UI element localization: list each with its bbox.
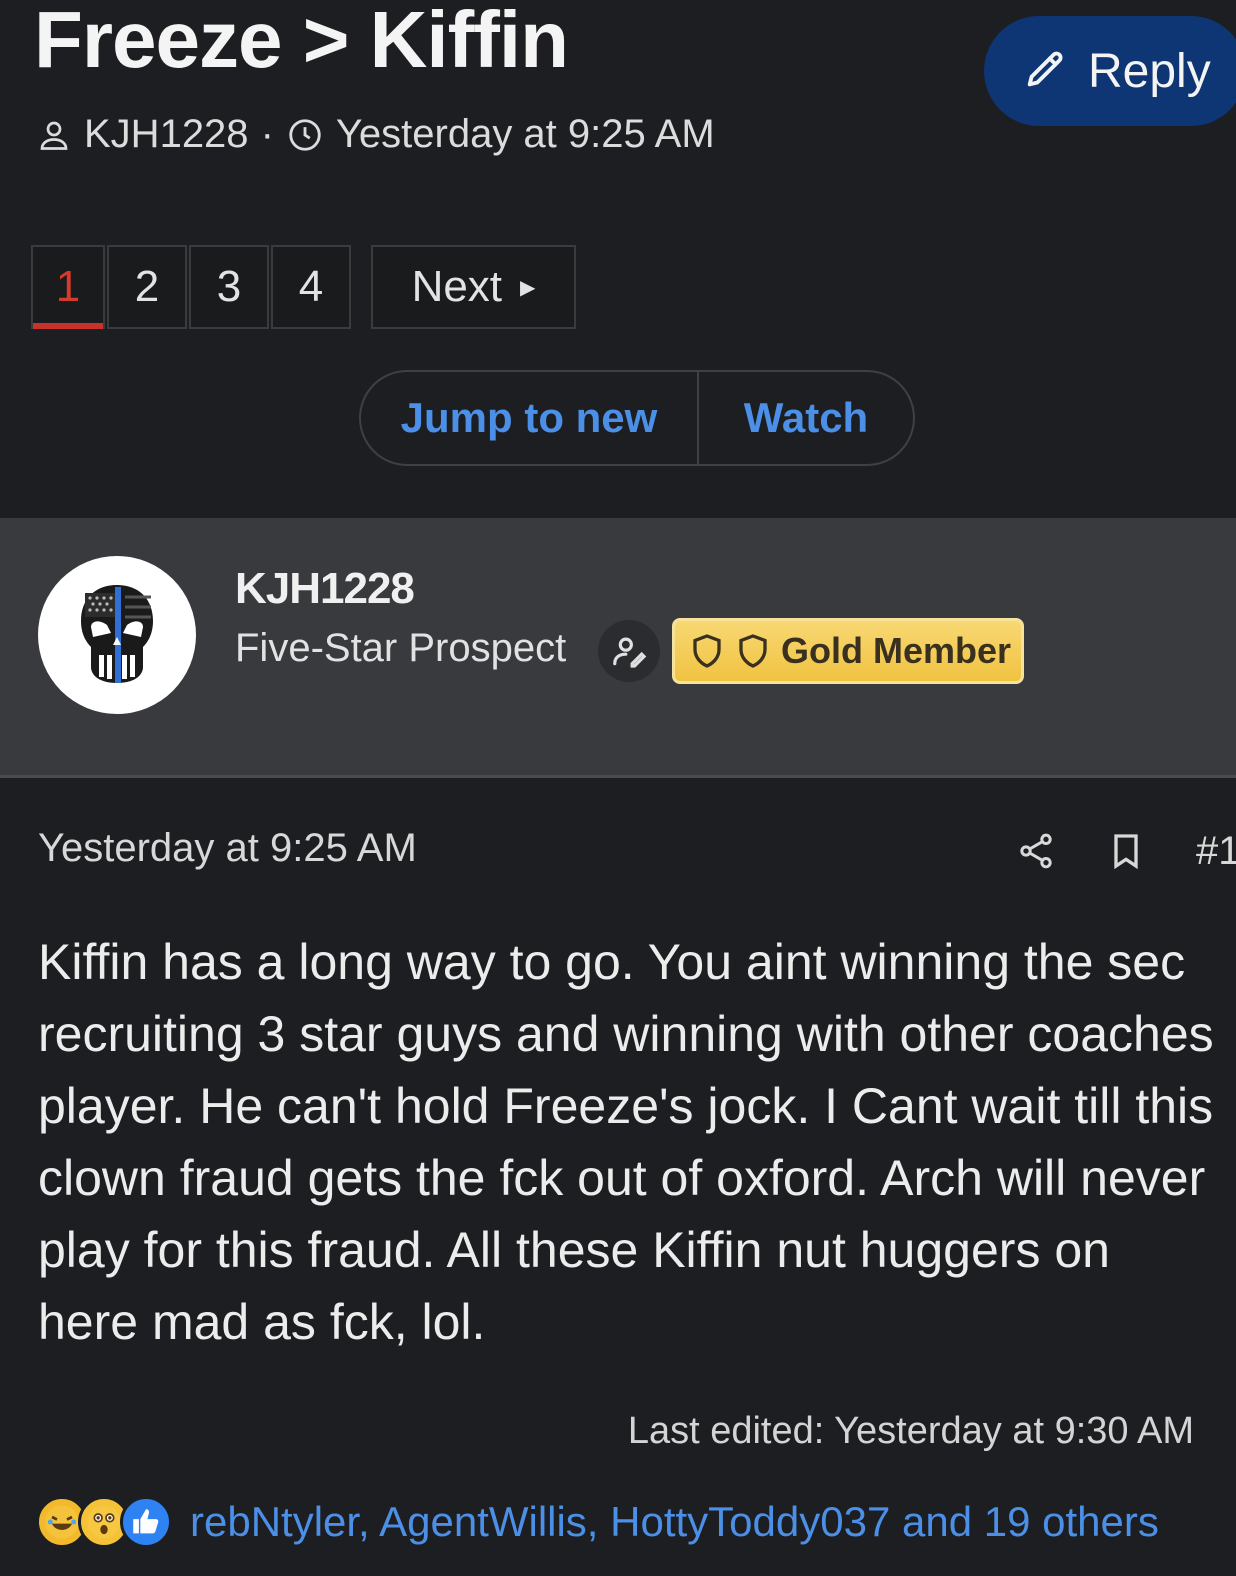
thread-created-date[interactable]: Yesterday at 9:25 AM (336, 112, 715, 157)
clock-icon (289, 118, 321, 151)
post-number[interactable]: #1 (1196, 829, 1236, 874)
page-link-3[interactable]: 3 (189, 245, 269, 329)
watch-button[interactable]: Watch (699, 372, 913, 464)
gold-member-badge: Gold Member (672, 618, 1024, 684)
user-edit-icon (598, 620, 660, 682)
thread-meta: KJH1228 · Yesterday at 9:25 AM (36, 112, 715, 157)
reaction-icons (36, 1496, 172, 1548)
post-date[interactable]: Yesterday at 9:25 AM (38, 826, 417, 871)
page-link-1[interactable]: 1 (31, 245, 105, 329)
shield-icon (693, 634, 721, 668)
reaction-users[interactable]: rebNtyler, AgentWillis, HottyToddy037 an… (190, 1498, 1159, 1546)
pagination: 1 2 3 4 (31, 245, 353, 329)
thread-header: Freeze > Kiffin Reply KJH1228 · Yesterda… (0, 0, 1236, 518)
next-label: Next (411, 262, 503, 311)
like-reaction-icon (120, 1496, 172, 1548)
user-icon (40, 121, 68, 150)
share-icon[interactable] (1016, 831, 1056, 871)
post-user-block: KJH1228 Five-Star Prospect Gold Member (0, 518, 1236, 778)
page-link-4[interactable]: 4 (271, 245, 351, 329)
badge-label: Gold Member (781, 630, 1012, 671)
punisher-skull-avatar-icon (81, 585, 153, 683)
thread-action-group: Jump to new Watch (359, 370, 915, 466)
thread-author[interactable]: KJH1228 (84, 112, 249, 157)
avatar[interactable] (38, 556, 196, 714)
last-edited: Last edited: Yesterday at 9:30 AM (627, 1410, 1194, 1452)
user-title: Five-Star Prospect (235, 626, 567, 670)
reactions-bar[interactable]: rebNtyler, AgentWillis, HottyToddy037 an… (36, 1496, 1159, 1548)
pencil-icon (1027, 51, 1063, 87)
thread-title: Freeze > Kiffin (34, 0, 569, 84)
post-username[interactable]: KJH1228 (235, 564, 415, 614)
shield-icon (739, 634, 767, 668)
reply-button[interactable]: Reply (984, 16, 1236, 126)
reply-label: Reply (1088, 44, 1211, 98)
jump-to-new-button[interactable]: Jump to new (361, 372, 699, 464)
next-page-button[interactable]: Next ▶ (371, 245, 576, 329)
post-body: Kiffin has a long way to go. You aint wi… (38, 934, 1214, 1350)
post: Yesterday at 9:25 AM #1 Kiffin has a lon… (0, 778, 1236, 1576)
page-link-2[interactable]: 2 (107, 245, 187, 329)
bookmark-icon[interactable] (1106, 831, 1146, 871)
caret-right-icon: ▶ (520, 276, 536, 299)
post-actions: #1 (1016, 826, 1236, 876)
meta-separator: · (260, 112, 274, 156)
